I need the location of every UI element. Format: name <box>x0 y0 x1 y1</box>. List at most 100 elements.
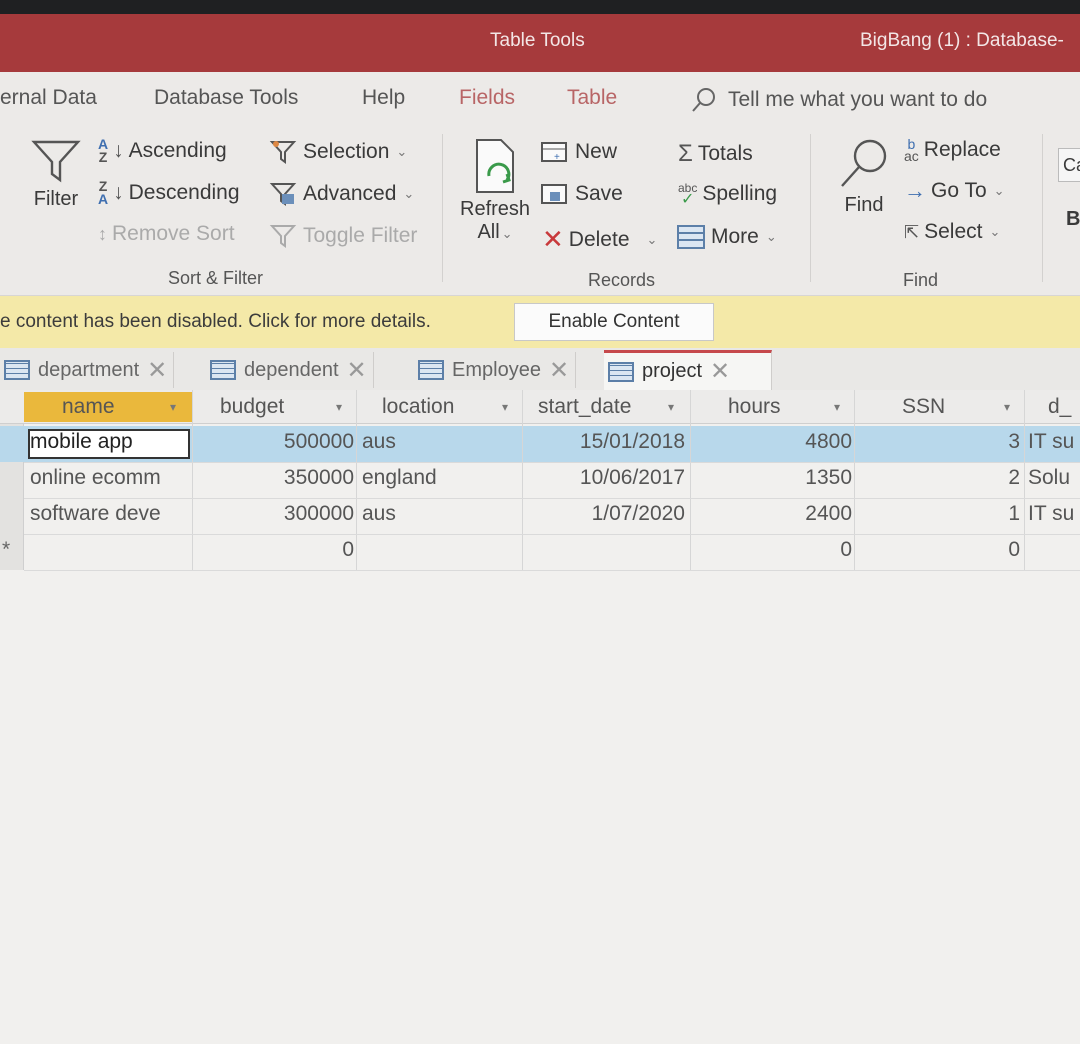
new-record-icon: + <box>541 142 567 163</box>
remove-sort-button[interactable]: ↕ Remove Sort <box>98 222 235 246</box>
ascending-button[interactable]: A Z ↓ Ascending <box>98 137 227 164</box>
cell-d[interactable]: Solu <box>1028 466 1070 490</box>
cell-start-date[interactable]: 10/06/2017 <box>540 466 685 490</box>
cell-d[interactable]: IT su <box>1028 502 1074 526</box>
refresh-icon <box>476 139 515 193</box>
close-icon[interactable]: ✕ <box>147 356 167 385</box>
security-warning-bar: e content has been disabled. Click for m… <box>0 296 1080 348</box>
dropdown-arrow-icon[interactable]: ▾ <box>1004 400 1010 414</box>
cell-start-date[interactable]: 1/07/2020 <box>540 502 685 526</box>
header-label: hours <box>728 395 781 418</box>
bold-button[interactable]: B <box>1066 208 1080 231</box>
column-header-hours[interactable]: hours <box>728 392 781 422</box>
cell-hours[interactable]: 2400 <box>760 502 852 526</box>
security-warning-text[interactable]: e content has been disabled. Click for m… <box>0 311 431 333</box>
cursor-arrow-icon: ⇱ <box>904 221 920 242</box>
dropdown-arrow-icon[interactable]: ▾ <box>834 400 840 414</box>
column-header-ssn[interactable]: SSN <box>902 392 945 422</box>
sigma-icon: Σ <box>678 140 693 167</box>
dropdown-arrow-icon[interactable]: ▾ <box>170 400 176 414</box>
cell-hours[interactable]: 1350 <box>760 466 852 490</box>
new-record-row[interactable]: * 0 0 0 <box>0 534 1080 570</box>
cell-ssn[interactable]: 0 <box>990 538 1020 562</box>
cell-budget[interactable]: 500000 <box>266 430 354 454</box>
descending-button[interactable]: Z A ↓ Descending <box>98 179 240 206</box>
find-group-label: Find <box>903 270 939 290</box>
tell-me-box[interactable]: Tell me what you want to do <box>690 86 987 114</box>
tab-label: dependent <box>244 358 339 381</box>
tab-department[interactable]: department ✕ <box>0 352 175 388</box>
cell-ssn[interactable]: 1 <box>990 502 1020 526</box>
tell-me-text: Tell me what you want to do <box>728 88 988 111</box>
cell-start-date[interactable]: 15/01/2018 <box>540 430 685 454</box>
table-icon <box>608 361 634 382</box>
cell-d[interactable]: IT su <box>1028 430 1074 454</box>
all-label: All <box>477 221 500 243</box>
more-grid-icon <box>677 225 705 249</box>
cell-budget[interactable]: 350000 <box>266 466 354 490</box>
tab-employee[interactable]: Employee ✕ <box>414 352 577 388</box>
dropdown-arrow-icon[interactable]: ▾ <box>668 400 674 414</box>
header-label: name <box>62 395 115 418</box>
select-label: Select <box>924 220 983 243</box>
advanced-label: Advanced <box>303 182 397 205</box>
cell-location[interactable]: england <box>362 466 437 490</box>
group-separator <box>810 134 811 282</box>
toggle-filter-button[interactable]: Toggle Filter <box>268 222 417 250</box>
close-icon[interactable]: ✕ <box>549 356 569 385</box>
tab-table[interactable]: Table <box>567 86 617 110</box>
refresh-all-button[interactable]: Refresh All ⌄ <box>460 136 530 244</box>
cell-location[interactable]: aus <box>362 430 396 454</box>
new-record-button[interactable]: + New <box>540 140 617 164</box>
find-button[interactable]: Find <box>836 136 892 217</box>
table-row[interactable]: online ecomm 350000 england 10/06/2017 1… <box>0 462 1080 498</box>
cell-ssn[interactable]: 3 <box>990 430 1020 454</box>
close-icon[interactable]: ✕ <box>710 357 730 386</box>
tab-help[interactable]: Help <box>362 86 405 110</box>
cell-hours[interactable]: 4800 <box>760 430 852 454</box>
column-header-name[interactable]: name <box>24 392 192 422</box>
more-button[interactable]: More ⌄ <box>676 224 777 250</box>
font-box[interactable]: Ca <box>1058 148 1080 182</box>
delete-record-button[interactable]: ✕ Delete ⌄ <box>542 224 657 255</box>
tab-fields[interactable]: Fields <box>459 86 515 110</box>
column-header-d[interactable]: d_ <box>1048 392 1071 422</box>
select-button[interactable]: ⇱ Select ⌄ <box>904 220 1000 244</box>
cell-budget[interactable]: 300000 <box>266 502 354 526</box>
goto-button[interactable]: → Go To ⌄ <box>904 178 1005 204</box>
dropdown-arrow-icon[interactable]: ▾ <box>502 400 508 414</box>
cell-hours[interactable]: 0 <box>760 538 852 562</box>
cell-budget[interactable]: 0 <box>266 538 354 562</box>
tab-dependent[interactable]: dependent ✕ <box>206 352 374 388</box>
table-row[interactable]: mobile app 500000 aus 15/01/2018 4800 3 … <box>0 426 1080 462</box>
cell-location[interactable]: aus <box>362 502 396 526</box>
dropdown-arrow-icon[interactable]: ▾ <box>336 400 342 414</box>
remove-sort-label: Remove Sort <box>112 222 235 245</box>
cell-name[interactable]: online ecomm <box>30 466 161 490</box>
column-header-budget[interactable]: budget <box>220 392 284 422</box>
cell-name[interactable]: software deve <box>30 502 161 526</box>
cell-ssn[interactable]: 2 <box>990 466 1020 490</box>
replace-button[interactable]: b ac Replace <box>904 137 1001 163</box>
filter-button[interactable]: Filter <box>30 136 82 211</box>
column-header-location[interactable]: location <box>382 392 454 422</box>
tab-project[interactable]: project ✕ <box>604 350 772 390</box>
cell-name[interactable]: mobile app <box>30 430 133 454</box>
enable-content-button[interactable]: Enable Content <box>514 303 714 341</box>
save-label: Save <box>575 182 623 205</box>
advanced-button[interactable]: Advanced ⌄ <box>268 180 414 208</box>
arrow-right-icon: → <box>904 178 926 203</box>
totals-button[interactable]: Σ Totals <box>678 140 753 168</box>
save-record-button[interactable]: Save <box>540 182 623 206</box>
more-label: More <box>711 225 759 248</box>
document-title: BigBang (1) : Database- <box>860 30 1064 51</box>
column-header-start-date[interactable]: start_date <box>538 392 631 422</box>
close-icon[interactable]: ✕ <box>347 356 367 385</box>
tab-database-tools[interactable]: Database Tools <box>154 86 298 110</box>
spelling-button[interactable]: abc ✓ Spelling <box>678 182 777 208</box>
title-bar: Table Tools BigBang (1) : Database- <box>0 14 1080 72</box>
table-row[interactable]: software deve 300000 aus 1/07/2020 2400 … <box>0 498 1080 534</box>
tab-external-data[interactable]: ernal Data <box>0 86 97 110</box>
selection-button[interactable]: Selection ⌄ <box>268 138 407 166</box>
ascending-label: Ascending <box>128 139 227 162</box>
